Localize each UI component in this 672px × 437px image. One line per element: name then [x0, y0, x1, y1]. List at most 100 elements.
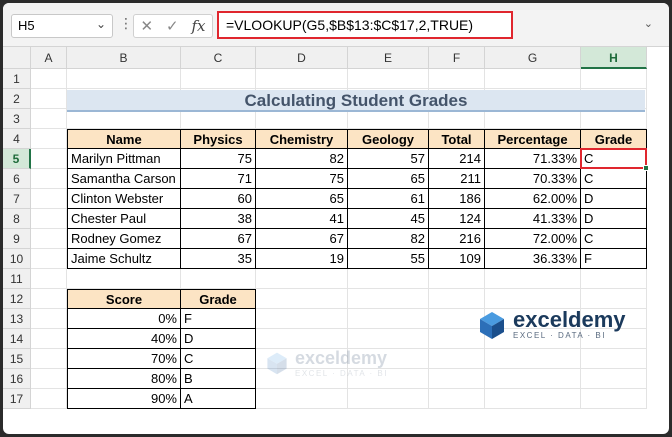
grid-cell[interactable] — [31, 369, 67, 389]
row-header-17[interactable]: 17 — [3, 389, 31, 409]
score-threshold-cell[interactable]: 80% — [67, 369, 181, 389]
more-options-icon[interactable]: ⋮ — [119, 15, 133, 32]
grid-cell[interactable] — [429, 289, 485, 309]
row-header-16[interactable]: 16 — [3, 369, 31, 389]
student-value-cell[interactable]: 36.33% — [485, 249, 581, 269]
grid-cell[interactable] — [256, 269, 348, 289]
student-value-cell[interactable]: 82 — [348, 229, 429, 249]
student-value-cell[interactable]: 70.33% — [485, 169, 581, 189]
student-value-cell[interactable]: 216 — [429, 229, 485, 249]
grid-cell[interactable] — [485, 349, 581, 369]
grid-cell[interactable] — [581, 289, 647, 309]
row-header-8[interactable]: 8 — [3, 209, 31, 229]
grid-cell[interactable] — [581, 389, 647, 409]
student-value-cell[interactable]: 109 — [429, 249, 485, 269]
grid-cell[interactable] — [348, 289, 429, 309]
column-header-d[interactable]: D — [256, 47, 348, 69]
grid-cell[interactable] — [581, 349, 647, 369]
column-header-e[interactable]: E — [348, 47, 429, 69]
enter-icon[interactable]: ✓ — [166, 17, 179, 35]
grid-cell[interactable] — [256, 329, 348, 349]
grid-cell[interactable] — [581, 269, 647, 289]
grid-cell[interactable] — [485, 369, 581, 389]
row-header-4[interactable]: 4 — [3, 129, 31, 149]
score-grade-cell[interactable]: D — [181, 329, 256, 349]
grid-cell[interactable] — [31, 289, 67, 309]
score-threshold-cell[interactable]: 0% — [67, 309, 181, 329]
chevron-down-icon[interactable]: ⌄ — [96, 17, 106, 31]
student-value-cell[interactable]: 62.00% — [485, 189, 581, 209]
column-header-f[interactable]: F — [429, 47, 485, 69]
row-header-7[interactable]: 7 — [3, 189, 31, 209]
grid-cell[interactable] — [256, 109, 348, 129]
student-value-cell[interactable]: 67 — [256, 229, 348, 249]
student-value-cell[interactable]: 57 — [348, 149, 429, 169]
grade-cell[interactable]: D — [581, 189, 647, 209]
grid-cell[interactable] — [67, 69, 181, 89]
grade-cell[interactable]: D — [581, 209, 647, 229]
grid-cell[interactable] — [256, 389, 348, 409]
formula-input[interactable]: =VLOOKUP(G5,$B$13:$C$17,2,TRUE) — [217, 11, 513, 39]
score-grade-cell[interactable]: C — [181, 349, 256, 369]
column-header-a[interactable]: A — [31, 47, 67, 69]
grid-cell[interactable] — [348, 389, 429, 409]
column-header-g[interactable]: G — [485, 47, 581, 69]
student-name-cell[interactable]: Jaime Schultz — [67, 249, 181, 269]
student-value-cell[interactable]: 55 — [348, 249, 429, 269]
grid-cell[interactable] — [31, 229, 67, 249]
grid-cell[interactable] — [429, 349, 485, 369]
insert-function-icon[interactable]: fx — [192, 17, 206, 35]
row-header-11[interactable]: 11 — [3, 269, 31, 289]
grid-cell[interactable] — [485, 109, 581, 129]
row-header-15[interactable]: 15 — [3, 349, 31, 369]
grid-cell[interactable] — [348, 269, 429, 289]
grid-cell[interactable] — [429, 69, 485, 89]
score-threshold-cell[interactable]: 70% — [67, 349, 181, 369]
grid-cell[interactable] — [485, 289, 581, 309]
row-header-10[interactable]: 10 — [3, 249, 31, 269]
student-value-cell[interactable]: 65 — [348, 169, 429, 189]
grid-cell[interactable] — [31, 309, 67, 329]
grid-cell[interactable] — [181, 109, 256, 129]
select-all-corner[interactable] — [3, 47, 31, 69]
grid-cell[interactable] — [181, 69, 256, 89]
grid-cell[interactable] — [31, 329, 67, 349]
student-value-cell[interactable]: 71 — [181, 169, 256, 189]
grid-cell[interactable] — [429, 269, 485, 289]
score-threshold-cell[interactable]: 40% — [67, 329, 181, 349]
grid-cell[interactable] — [348, 109, 429, 129]
grid-cell[interactable] — [31, 389, 67, 409]
student-value-cell[interactable]: 60 — [181, 189, 256, 209]
grid-cell[interactable] — [31, 349, 67, 369]
grid-cell[interactable] — [348, 329, 429, 349]
grid-cell[interactable] — [31, 189, 67, 209]
grid-cell[interactable] — [31, 69, 67, 89]
score-threshold-cell[interactable]: 90% — [67, 389, 181, 409]
student-value-cell[interactable]: 124 — [429, 209, 485, 229]
grid-cell[interactable] — [256, 309, 348, 329]
column-header-h[interactable]: H — [581, 47, 647, 69]
student-value-cell[interactable]: 72.00% — [485, 229, 581, 249]
row-header-14[interactable]: 14 — [3, 329, 31, 349]
student-value-cell[interactable]: 35 — [181, 249, 256, 269]
student-name-cell[interactable]: Marilyn Pittman — [67, 149, 181, 169]
grid-cell[interactable] — [581, 369, 647, 389]
student-value-cell[interactable]: 67 — [181, 229, 256, 249]
column-header-c[interactable]: C — [181, 47, 256, 69]
score-grade-cell[interactable]: F — [181, 309, 256, 329]
grid-cell[interactable] — [67, 269, 181, 289]
grid-cell[interactable] — [485, 269, 581, 289]
student-value-cell[interactable]: 19 — [256, 249, 348, 269]
student-name-cell[interactable]: Clinton Webster — [67, 189, 181, 209]
grade-cell[interactable]: C — [581, 169, 647, 189]
student-value-cell[interactable]: 75 — [256, 169, 348, 189]
row-header-2[interactable]: 2 — [3, 89, 31, 109]
student-name-cell[interactable]: Rodney Gomez — [67, 229, 181, 249]
student-value-cell[interactable]: 186 — [429, 189, 485, 209]
grid-cell[interactable] — [31, 149, 67, 169]
score-grade-cell[interactable]: B — [181, 369, 256, 389]
student-value-cell[interactable]: 211 — [429, 169, 485, 189]
student-value-cell[interactable]: 65 — [256, 189, 348, 209]
row-header-3[interactable]: 3 — [3, 109, 31, 129]
student-value-cell[interactable]: 82 — [256, 149, 348, 169]
